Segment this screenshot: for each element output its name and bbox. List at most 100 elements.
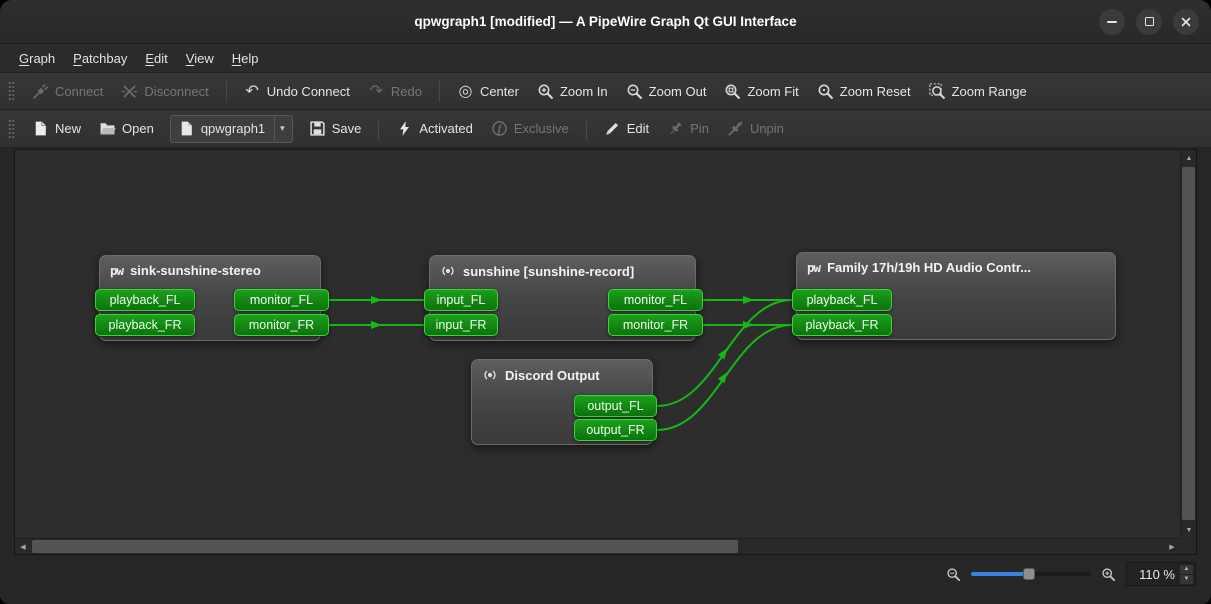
sunshine-port-input-fr[interactable]: input_FR — [424, 314, 498, 336]
zoom-fit-icon — [724, 83, 741, 100]
toolbar-separator — [378, 118, 379, 140]
graph-canvas[interactable]: pw sink-sunshine-stereo playback_FL play… — [15, 150, 1180, 538]
toolbar-handle[interactable] — [8, 119, 15, 139]
toolbar-file: New Open qpwgraph1 ▾ Save Activated f Ex… — [0, 110, 1211, 148]
toolbar-edit: Connect Disconnect ↶ Undo Connect ↷ Redo… — [0, 73, 1211, 110]
lightning-bolt-icon — [396, 120, 413, 137]
horizontal-scrollbar[interactable]: ◀ ▶ — [15, 538, 1180, 554]
sunshine-port-monitor-fl[interactable]: monitor_FL — [608, 289, 703, 311]
zoom-slider-handle[interactable] — [1023, 568, 1035, 580]
zoom-spinbox[interactable]: 110 % ▲ ▼ — [1126, 562, 1196, 586]
node-header: pw sink-sunshine-stereo — [100, 256, 320, 278]
zoom-out-button[interactable]: Zoom Out — [617, 76, 716, 106]
family-port-playback-fl[interactable]: playback_FL — [792, 289, 892, 311]
zoom-reset-icon — [817, 83, 834, 100]
undo-connect-label: Undo Connect — [267, 84, 350, 99]
main-area: pw sink-sunshine-stereo playback_FL play… — [0, 148, 1211, 556]
sunshine-port-monitor-fr[interactable]: monitor_FR — [608, 314, 703, 336]
open-button[interactable]: Open — [90, 114, 163, 144]
menu-graph[interactable]: Graph — [10, 44, 64, 72]
close-button[interactable] — [1173, 9, 1199, 35]
window-bottom-edge — [0, 592, 1211, 604]
toolbar-handle[interactable] — [8, 81, 15, 101]
family-port-playback-fr[interactable]: playback_FR — [792, 314, 892, 336]
toolbar-separator — [439, 80, 440, 102]
zoom-in-button[interactable]: Zoom In — [528, 76, 617, 106]
scroll-right-arrow[interactable]: ▶ — [1164, 539, 1180, 555]
statusbar: 110 % ▲ ▼ — [0, 556, 1211, 592]
sink-port-monitor-fl[interactable]: monitor_FL — [234, 289, 329, 311]
toolbar-separator — [586, 118, 587, 140]
scroll-up-arrow[interactable]: ▲ — [1181, 150, 1197, 166]
center-button[interactable]: ◎ Center — [448, 76, 528, 106]
window-title: qpwgraph1 [modified] — A PipeWire Graph … — [414, 14, 796, 29]
maximize-button[interactable] — [1136, 9, 1162, 35]
new-label: New — [55, 121, 81, 136]
scroll-left-arrow[interactable]: ◀ — [15, 539, 31, 555]
save-icon — [309, 120, 326, 137]
vertical-scrollbar[interactable]: ▲ ▼ — [1180, 150, 1196, 538]
zoom-slider[interactable] — [971, 566, 1091, 582]
pin-button[interactable]: Pin — [658, 114, 718, 144]
node-header: sunshine [sunshine-record] — [430, 256, 695, 279]
zoom-range-label: Zoom Range — [952, 84, 1027, 99]
exclusive-label: Exclusive — [514, 121, 569, 136]
redo-button[interactable]: ↷ Redo — [359, 76, 431, 106]
zoom-range-button[interactable]: Zoom Range — [920, 76, 1036, 106]
exclusive-toggle[interactable]: f Exclusive — [482, 114, 578, 144]
connect-icon — [32, 83, 49, 100]
horizontal-scrollbar-thumb[interactable] — [32, 540, 738, 553]
zoom-reset-label: Zoom Reset — [840, 84, 911, 99]
disconnect-label: Disconnect — [144, 84, 208, 99]
unpin-label: Unpin — [750, 121, 784, 136]
menu-edit[interactable]: Edit — [136, 44, 176, 72]
svg-text:f: f — [498, 124, 503, 135]
unpin-icon — [727, 120, 744, 137]
record-icon — [482, 367, 498, 383]
vertical-scrollbar-thumb[interactable] — [1182, 167, 1195, 520]
zoom-in-icon[interactable] — [1101, 567, 1116, 582]
pencil-icon — [604, 120, 621, 137]
activated-toggle[interactable]: Activated — [387, 114, 481, 144]
save-label: Save — [332, 121, 362, 136]
pin-icon — [667, 120, 684, 137]
scroll-down-arrow[interactable]: ▼ — [1181, 522, 1197, 538]
center-label: Center — [480, 84, 519, 99]
zoom-reset-button[interactable]: Zoom Reset — [808, 76, 920, 106]
node-header: Discord Output — [472, 360, 652, 383]
connect-button[interactable]: Connect — [23, 76, 112, 106]
record-icon — [440, 263, 456, 279]
zoom-fit-button[interactable]: Zoom Fit — [715, 76, 807, 106]
spin-down-arrow[interactable]: ▼ — [1180, 575, 1193, 584]
zoom-out-icon[interactable] — [946, 567, 961, 582]
patchbay-select[interactable]: qpwgraph1 ▾ — [170, 115, 293, 143]
undo-connect-button[interactable]: ↶ Undo Connect — [235, 76, 359, 106]
disconnect-button[interactable]: Disconnect — [112, 76, 217, 106]
sink-port-playback-fl[interactable]: playback_FL — [95, 289, 195, 311]
menu-help[interactable]: Help — [223, 44, 268, 72]
minimize-button[interactable] — [1099, 9, 1125, 35]
pin-label: Pin — [690, 121, 709, 136]
unpin-button[interactable]: Unpin — [718, 114, 793, 144]
edit-toggle[interactable]: Edit — [595, 114, 658, 144]
scrollbar-corner — [1180, 538, 1196, 554]
sunshine-port-input-fl[interactable]: input_FL — [424, 289, 498, 311]
menu-patchbay[interactable]: Patchbay — [64, 44, 136, 72]
node-header: pw Family 17h/19h HD Audio Contr... — [797, 253, 1115, 275]
redo-icon: ↷ — [368, 83, 385, 100]
menu-view[interactable]: View — [177, 44, 223, 72]
discord-port-output-fr[interactable]: output_FR — [574, 419, 657, 441]
connections-layer — [15, 150, 1180, 538]
connect-label: Connect — [55, 84, 103, 99]
sink-port-monitor-fr[interactable]: monitor_FR — [234, 314, 329, 336]
zoom-range-icon — [929, 83, 946, 100]
app-window: qpwgraph1 [modified] — A PipeWire Graph … — [0, 0, 1211, 604]
sink-port-playback-fr[interactable]: playback_FR — [95, 314, 195, 336]
spin-up-arrow[interactable]: ▲ — [1180, 565, 1193, 574]
discord-port-output-fl[interactable]: output_FL — [574, 395, 657, 417]
spin-arrows: ▲ ▼ — [1180, 565, 1193, 584]
new-button[interactable]: New — [23, 114, 90, 144]
titlebar[interactable]: qpwgraph1 [modified] — A PipeWire Graph … — [0, 0, 1211, 44]
save-button[interactable]: Save — [300, 114, 371, 144]
center-icon: ◎ — [457, 83, 474, 100]
